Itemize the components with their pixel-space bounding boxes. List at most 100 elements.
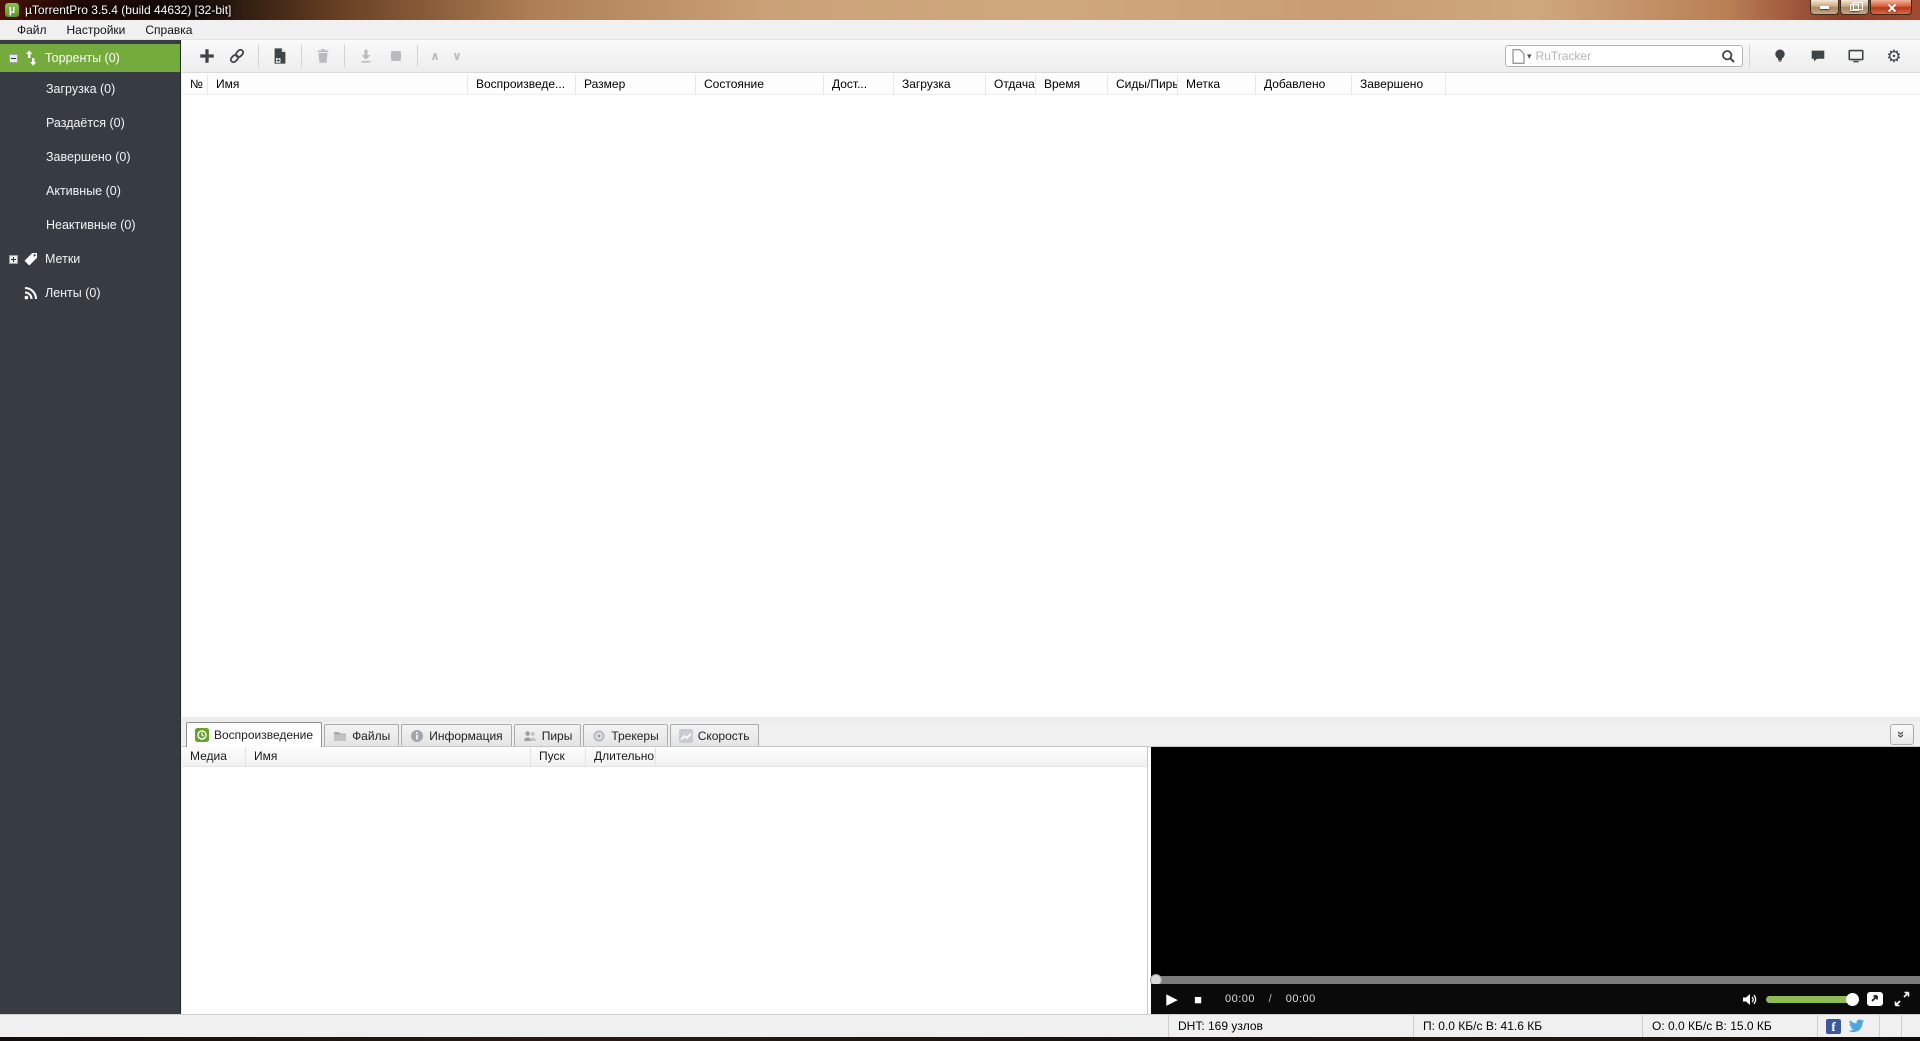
tab-label: Скорость xyxy=(698,729,750,743)
stop-square-icon xyxy=(387,47,405,65)
queue-up-button[interactable]: ∧ xyxy=(424,49,446,63)
column-header-upload-speed[interactable]: Отдача xyxy=(986,74,1036,95)
peers-icon xyxy=(523,729,537,743)
maximize-button[interactable] xyxy=(1840,0,1869,15)
toolbar-separator xyxy=(417,45,418,67)
collapse-minus-icon[interactable] xyxy=(9,54,18,63)
content-area: ∧ ∨ ▾ ⚙ xyxy=(182,40,1920,1014)
seek-bar[interactable] xyxy=(1151,976,1920,984)
chat-button[interactable] xyxy=(1806,43,1830,69)
sidebar-item-torrents[interactable]: Торренты (0) xyxy=(0,44,180,72)
speaker-icon[interactable] xyxy=(1742,992,1758,1007)
tag-icon xyxy=(23,251,39,267)
add-torrent-from-url-button[interactable] xyxy=(222,43,252,69)
toolbar-separator xyxy=(344,45,345,67)
create-torrent-button[interactable] xyxy=(265,43,295,69)
settings-button[interactable]: ⚙ xyxy=(1882,43,1906,69)
statusbar-grip-cell xyxy=(1879,1015,1901,1037)
sidebar-item-completed[interactable]: Завершено (0) xyxy=(0,140,180,174)
column-header-added[interactable]: Добавлено xyxy=(1256,74,1352,95)
sidebar-item-feeds[interactable]: Ленты (0) xyxy=(0,276,180,310)
column-header-seeds-peers[interactable]: Сиды/Пиры xyxy=(1108,74,1178,95)
hint-button[interactable] xyxy=(1768,43,1792,69)
search-engine-icon[interactable] xyxy=(1512,49,1525,64)
time-separator: / xyxy=(1269,993,1273,1005)
tab-files[interactable]: Файлы xyxy=(324,724,399,746)
volume-knob[interactable] xyxy=(1846,993,1859,1006)
gear-icon: ⚙ xyxy=(1886,48,1901,65)
tab-info[interactable]: Информация xyxy=(401,724,511,746)
facebook-icon[interactable]: f xyxy=(1826,1019,1841,1034)
column-header-label[interactable]: Метка xyxy=(1178,74,1256,95)
column-header-completed-on[interactable]: Завершено xyxy=(1352,74,1446,95)
maximize-icon xyxy=(1850,4,1859,11)
stop-button[interactable]: ■ xyxy=(1185,986,1211,1012)
start-torrent-button[interactable] xyxy=(351,43,381,69)
play-button[interactable]: ▶ xyxy=(1159,986,1185,1012)
tab-playback[interactable]: Воспроизведение xyxy=(186,722,322,747)
plus-icon xyxy=(198,47,216,65)
tab-speed[interactable]: Скорость xyxy=(670,724,759,746)
fullscreen-icon[interactable] xyxy=(1894,991,1910,1007)
playback-list-empty-area[interactable] xyxy=(182,767,1147,1013)
close-button[interactable] xyxy=(1870,0,1912,15)
lightbulb-icon xyxy=(1771,47,1789,65)
column-header-status[interactable]: Состояние xyxy=(696,74,824,95)
detail-panel: Медиа Имя Пуск Длительно... ▶ ■ 00:00 xyxy=(182,747,1920,1014)
toolbar-separator xyxy=(301,45,302,67)
tab-label: Трекеры xyxy=(611,729,658,743)
column-header-done[interactable]: Дост... xyxy=(824,74,894,95)
expand-plus-icon[interactable] xyxy=(9,255,18,264)
minimize-button[interactable] xyxy=(1810,0,1839,15)
search-box[interactable]: ▾ xyxy=(1505,45,1743,67)
column-header-size[interactable]: Размер xyxy=(576,74,696,95)
statusbar: DHT: 169 узлов П: 0.0 КБ/с В: 41.6 КБ О:… xyxy=(0,1014,1920,1037)
desktop-edge-strip xyxy=(0,1037,1920,1041)
menu-options[interactable]: Настройки xyxy=(58,21,135,39)
search-engine-caret-icon[interactable]: ▾ xyxy=(1527,51,1532,62)
column-header-number[interactable]: № xyxy=(182,74,208,95)
detach-player-icon[interactable] xyxy=(1866,991,1884,1007)
column-header-media-name[interactable]: Имя xyxy=(246,747,531,767)
time-total: 00:00 xyxy=(1286,993,1316,1005)
window-controls xyxy=(1809,0,1912,15)
collapse-detail-panel-button[interactable]: » xyxy=(1890,724,1914,745)
column-header-download-speed[interactable]: Загрузка xyxy=(894,74,986,95)
search-input[interactable] xyxy=(1536,49,1721,63)
volume-slider[interactable] xyxy=(1766,996,1856,1003)
twitter-icon[interactable] xyxy=(1848,1019,1865,1034)
tab-label: Файлы xyxy=(352,729,390,743)
sidebar-item-active[interactable]: Активные (0) xyxy=(0,174,180,208)
sidebar-item-downloading[interactable]: Загрузка (0) xyxy=(0,72,180,106)
pause-torrent-button[interactable] xyxy=(381,43,411,69)
torrent-list-empty-area[interactable] xyxy=(182,95,1920,717)
remote-access-button[interactable] xyxy=(1844,43,1868,69)
column-header-media[interactable]: Медиа xyxy=(182,747,246,767)
sidebar-item-inactive[interactable]: Неактивные (0) xyxy=(0,208,180,242)
column-header-playback[interactable]: Воспроизведе... xyxy=(468,74,576,95)
remove-torrent-button[interactable] xyxy=(308,43,338,69)
column-header-name[interactable]: Имя xyxy=(208,74,468,95)
tab-trackers[interactable]: Трекеры xyxy=(583,724,667,746)
speed-chart-icon xyxy=(679,729,693,743)
app-logo-icon: µ xyxy=(5,3,19,17)
search-icon[interactable] xyxy=(1721,49,1736,64)
sidebar-item-seeding[interactable]: Раздаётся (0) xyxy=(0,106,180,140)
column-header-start[interactable]: Пуск xyxy=(531,747,586,767)
queue-down-button[interactable]: ∨ xyxy=(446,49,468,63)
sidebar-item-labels[interactable]: Метки xyxy=(0,242,180,276)
column-header-duration[interactable]: Длительно... xyxy=(586,747,656,767)
menu-help[interactable]: Справка xyxy=(136,21,201,39)
menubar: Файл Настройки Справка xyxy=(0,20,1920,40)
column-header-filler xyxy=(656,747,1147,767)
column-header-eta[interactable]: Время xyxy=(1036,74,1108,95)
close-icon xyxy=(1887,3,1896,12)
social-links: f xyxy=(1817,1015,1879,1037)
add-torrent-button[interactable] xyxy=(192,43,222,69)
sidebar: Торренты (0) Загрузка (0) Раздаётся (0) … xyxy=(0,40,181,1014)
tab-peers[interactable]: Пиры xyxy=(514,724,582,746)
rss-icon xyxy=(23,285,39,301)
time-display: 00:00 / 00:00 xyxy=(1225,993,1316,1005)
menu-file[interactable]: Файл xyxy=(8,21,56,39)
titlebar: µ µTorrentPro 3.5.4 (build 44632) [32-bi… xyxy=(0,0,1920,20)
